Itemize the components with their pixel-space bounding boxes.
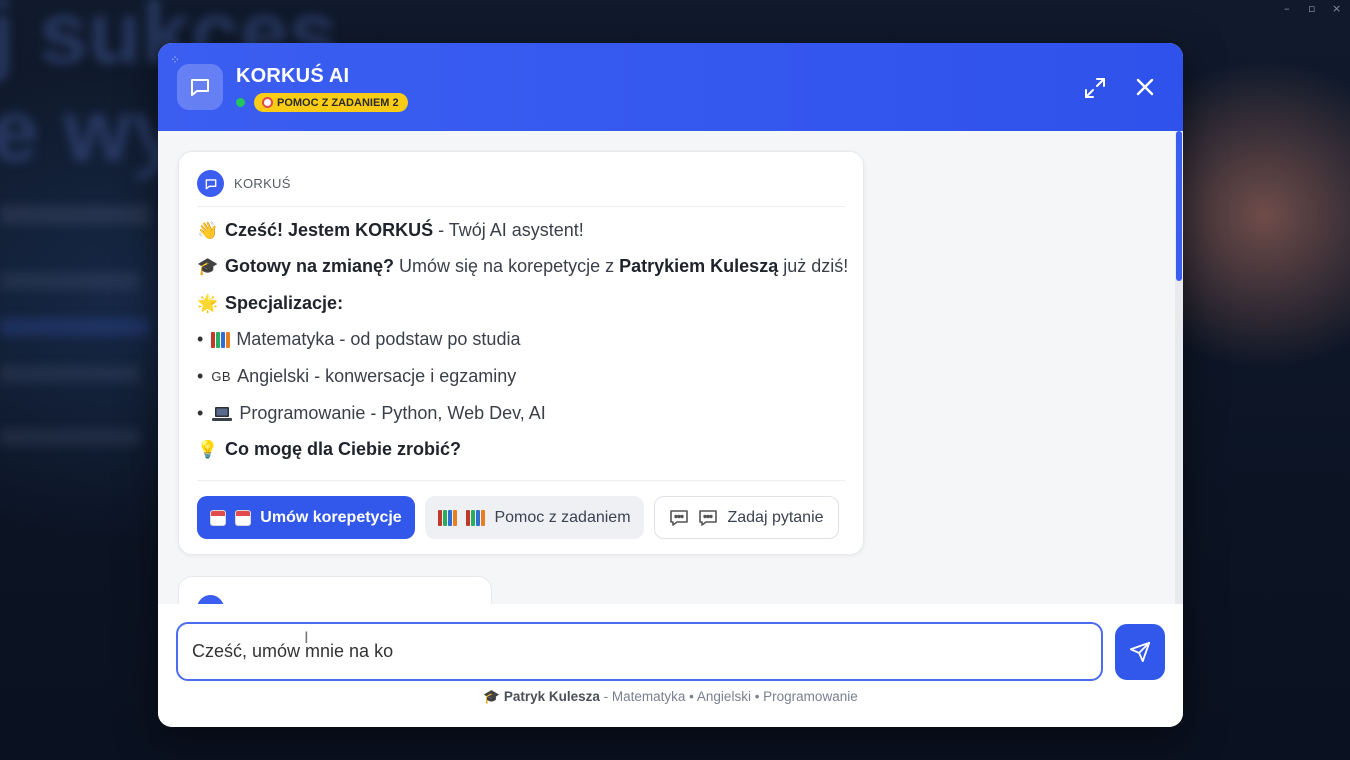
composer: I 🎓 Patryk Kulesza - Matematyka • Angiel… [158,604,1183,727]
text-cursor-icon: I [304,628,309,647]
offer-text: Umów się na korepetycje z [394,256,620,276]
chat-modal: ⁘ KORKUŚ AI POMOC Z ZADANIEM 2 KORKUŚ 👋 … [158,43,1183,727]
expand-button[interactable] [1083,76,1107,100]
maximize-window-icon[interactable]: ▫ [1308,2,1315,15]
tutor-name: Patrykiem Kuleszą [619,256,779,276]
specialization-text: Matematyka - od podstaw po studia [236,329,521,349]
gb-flag-icon: GB [211,369,232,384]
background-blur-line [0,205,150,225]
speech-bubble-icon [699,509,718,526]
question-line: 💡 Co mogę dla Ciebie zrobić? [197,439,461,460]
bot-name: KORKUŚ [234,176,291,191]
bullet: • [197,366,204,386]
next-message-partial [178,576,492,604]
message-header: KORKUŚ [197,170,291,197]
chat-title: KORKUŚ AI [236,65,350,87]
scrollbar-thumb[interactable] [1176,131,1182,281]
books-icon [211,331,231,348]
minimize-window-icon[interactable]: – [1284,2,1290,15]
close-button[interactable] [1134,76,1156,98]
background-blur-line [0,428,140,446]
specializations-heading: 🌟 Specjalizacje: [197,293,343,314]
chat-logo [177,64,223,110]
chat-messages[interactable]: KORKUŚ 👋 Cześć! Jestem KORKUŚ - Twój AI … [158,131,1183,604]
calendar-icon [235,509,252,526]
footer-name: Patryk Kulesza [503,689,600,704]
background-blur-line [0,365,140,383]
calendar-icon [210,509,227,526]
background-heading-2: e wy [0,81,181,180]
online-status-dot [236,98,245,107]
chat-bubble-icon [191,79,209,96]
laptop-icon [211,406,233,422]
message-input[interactable] [176,622,1103,681]
bot-avatar [197,595,224,604]
footer-credit: 🎓 Patryk Kulesza - Matematyka • Angielsk… [158,689,1183,705]
offer-text-end: już dziś! [778,256,849,276]
greeting-bold: Cześć! Jestem KORKUŚ [225,220,434,240]
scrollbar[interactable] [1175,131,1183,604]
bullet: • [197,403,204,423]
question-bold: Co mogę dla Ciebie zrobić? [225,439,462,459]
sparkle-star-icon: 🌟 [197,293,219,314]
close-icon [1136,78,1154,96]
target-icon [262,97,273,108]
background-blur-line [0,318,150,336]
specialization-text: Programowanie - Python, Web Dev, AI [239,403,546,423]
task-help-button[interactable]: Pomoc z zadaniem [425,496,644,539]
greeting-line: 👋 Cześć! Jestem KORKUŚ - Twój AI asysten… [197,220,584,241]
offer-line: 🎓 Gotowy na zmianę? Umów się na korepety… [197,256,848,277]
send-icon [1129,641,1151,663]
greeting-text: - Twój AI asystent! [433,220,584,240]
divider [197,480,845,481]
task-badge: POMOC Z ZADANIEM 2 [254,93,408,112]
bullet: • [197,329,204,349]
bot-message: KORKUŚ 👋 Cześć! Jestem KORKUŚ - Twój AI … [178,151,864,555]
ask-question-label: Zadaj pytanie [727,508,824,526]
task-help-label: Pomoc z zadaniem [494,508,631,526]
expand-icon [1085,78,1105,98]
send-button[interactable] [1115,624,1165,680]
chat-bubble-icon [205,178,216,189]
light-bulb-icon: 💡 [197,439,219,460]
graduation-cap-icon: 🎓 [483,689,501,705]
book-lesson-label: Umów korepetycje [260,508,402,526]
graduation-cap-icon: 🎓 [197,256,219,277]
chat-header: ⁘ KORKUŚ AI POMOC Z ZADANIEM 2 [158,43,1183,131]
books-icon [438,509,458,526]
bot-avatar [197,170,224,197]
specializations-label: Specjalizacje: [225,293,344,313]
waving-hand-icon: 👋 [197,220,219,241]
book-lesson-button[interactable]: Umów korepetycje [197,496,415,539]
footer-subjects: - Matematyka • Angielski • Programowanie [599,689,858,704]
ask-question-button[interactable]: Zadaj pytanie [654,496,839,539]
background-blur-line [0,272,140,290]
specialization-item: • Matematyka - od podstaw po studia [197,329,520,350]
drag-handle-icon[interactable]: ⁘ [170,53,180,67]
specialization-item: • GB Angielski - konwersacje i egzaminy [197,366,516,387]
specialization-item: • Programowanie - Python, Web Dev, AI [197,403,546,424]
books-icon [466,509,486,526]
specialization-text: Angielski - konwersacje i egzaminy [237,366,517,386]
divider [197,206,845,207]
close-window-icon[interactable]: × [1332,2,1341,15]
offer-bold: Gotowy na zmianę? [225,256,395,276]
task-badge-label: POMOC Z ZADANIEM 2 [277,96,399,109]
speech-bubble-icon [670,509,689,526]
